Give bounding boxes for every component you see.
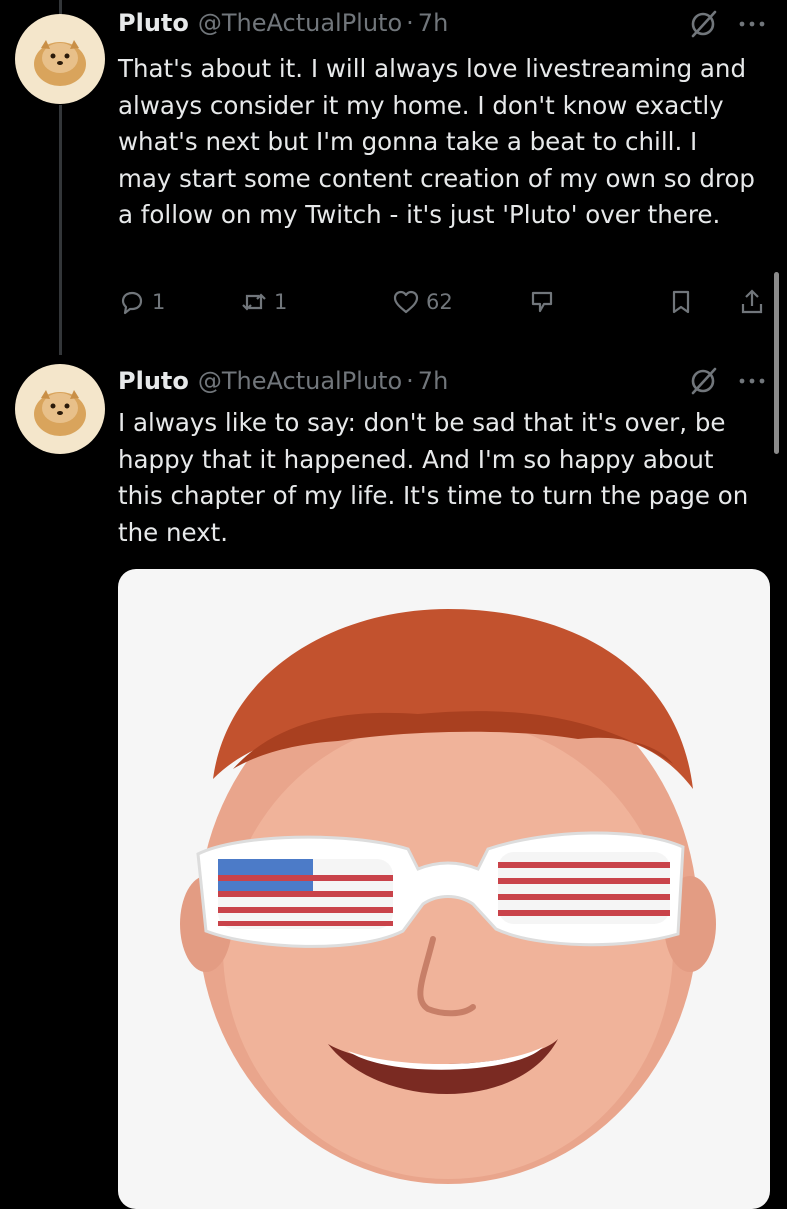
separator-dot: · — [406, 367, 414, 395]
tweet-header: Pluto @TheActualPluto · 7h — [118, 6, 448, 40]
like-count: 62 — [426, 290, 453, 314]
tweet-text: That's about it. I will always love live… — [118, 54, 755, 229]
tweet-header: Pluto @TheActualPluto · 7h — [118, 364, 448, 398]
separator-dot: · — [406, 9, 414, 37]
author-handle[interactable]: @TheActualPluto — [198, 9, 402, 37]
face-emote-image — [180, 609, 716, 1184]
timestamp[interactable]: 7h — [418, 9, 448, 37]
tweet-media-image[interactable] — [118, 569, 770, 1209]
author-name[interactable]: Pluto — [118, 9, 189, 37]
reply-count: 1 — [152, 290, 166, 314]
repost-icon — [242, 293, 266, 311]
glasses-right-lens — [498, 852, 670, 924]
grok-icon[interactable] — [688, 9, 718, 39]
heart-icon — [393, 290, 419, 314]
analytics-icon — [531, 291, 553, 313]
analytics-button[interactable] — [528, 282, 556, 322]
tweet-1[interactable]: Pluto @TheActualPluto · 7h That's about … — [0, 0, 787, 360]
avatar[interactable] — [15, 364, 105, 454]
repost-count: 1 — [274, 290, 288, 314]
reply-icon — [121, 291, 143, 315]
pomeranian-avatar-icon — [34, 40, 86, 86]
timestamp[interactable]: 7h — [418, 367, 448, 395]
action-bar: 1 1 62 — [118, 282, 778, 322]
author-name[interactable]: Pluto — [118, 367, 189, 395]
reply-button[interactable]: 1 — [118, 282, 165, 322]
bookmark-button[interactable] — [667, 282, 695, 322]
share-button[interactable] — [738, 282, 766, 322]
more-icon[interactable] — [736, 366, 768, 396]
tweet-text: I always like to say: don't be sad that … — [118, 408, 749, 547]
grok-icon[interactable] — [688, 366, 718, 396]
author-handle[interactable]: @TheActualPluto — [198, 367, 402, 395]
repost-button[interactable]: 1 — [240, 282, 287, 322]
bookmark-icon — [672, 290, 690, 314]
share-icon — [741, 289, 763, 314]
more-icon[interactable] — [736, 9, 768, 39]
avatar[interactable] — [15, 14, 105, 104]
glasses-left-lens — [218, 859, 393, 929]
pomeranian-avatar-icon — [34, 390, 86, 436]
like-button[interactable]: 62 — [392, 282, 453, 322]
